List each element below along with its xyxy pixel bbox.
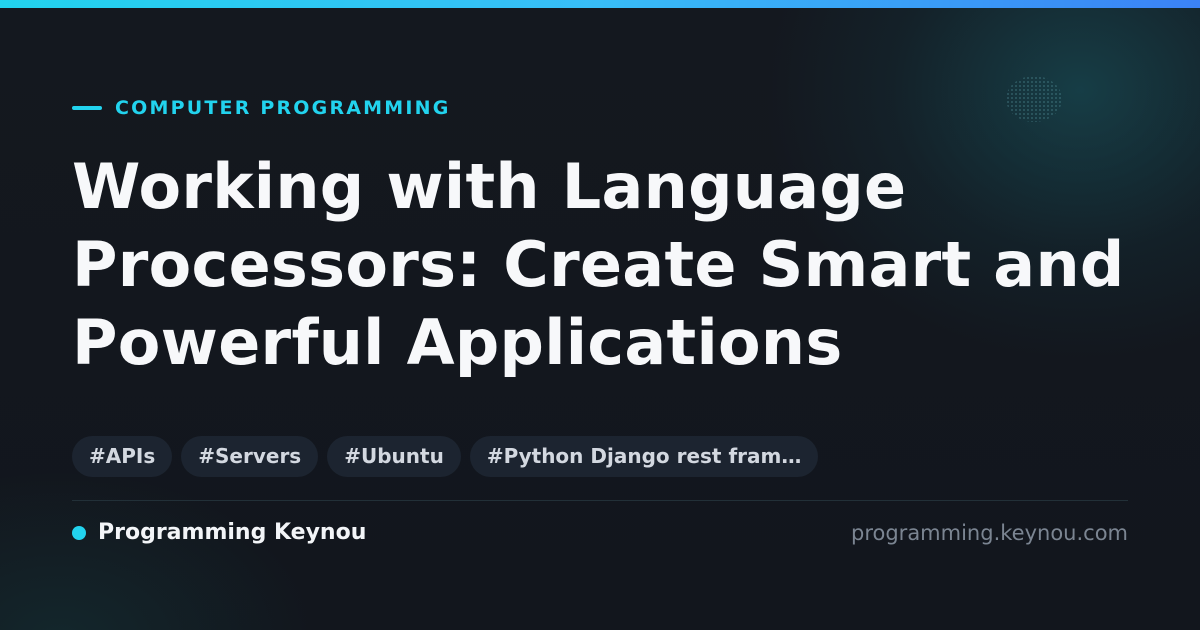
category-label: COMPUTER PROGRAMMING [115, 97, 451, 119]
tag-python-django-rest-framework[interactable]: #Python Django rest fram… [469, 436, 819, 477]
brand-name: Programming Keynou [98, 520, 367, 545]
site-url[interactable]: programming.keynou.com [851, 519, 1128, 547]
footer-divider [72, 500, 1128, 501]
brand-dot-icon [72, 526, 86, 540]
social-card: COMPUTER PROGRAMMING Working with Langua… [0, 0, 1200, 630]
page-title: Working with Language Processors: Create… [72, 150, 1125, 379]
tag-ubuntu[interactable]: #Ubuntu [327, 436, 461, 477]
tag-servers[interactable]: #Servers [181, 436, 319, 477]
tag-list: #APIs #Servers #Ubuntu #Python Django re… [72, 436, 819, 477]
category-eyebrow: COMPUTER PROGRAMMING [72, 96, 451, 120]
brand: Programming Keynou [72, 519, 366, 547]
accent-top-bar [0, 0, 1200, 8]
dot-pattern-decoration [1006, 76, 1062, 122]
tag-apis[interactable]: #APIs [72, 436, 173, 477]
category-line-icon [72, 106, 102, 110]
